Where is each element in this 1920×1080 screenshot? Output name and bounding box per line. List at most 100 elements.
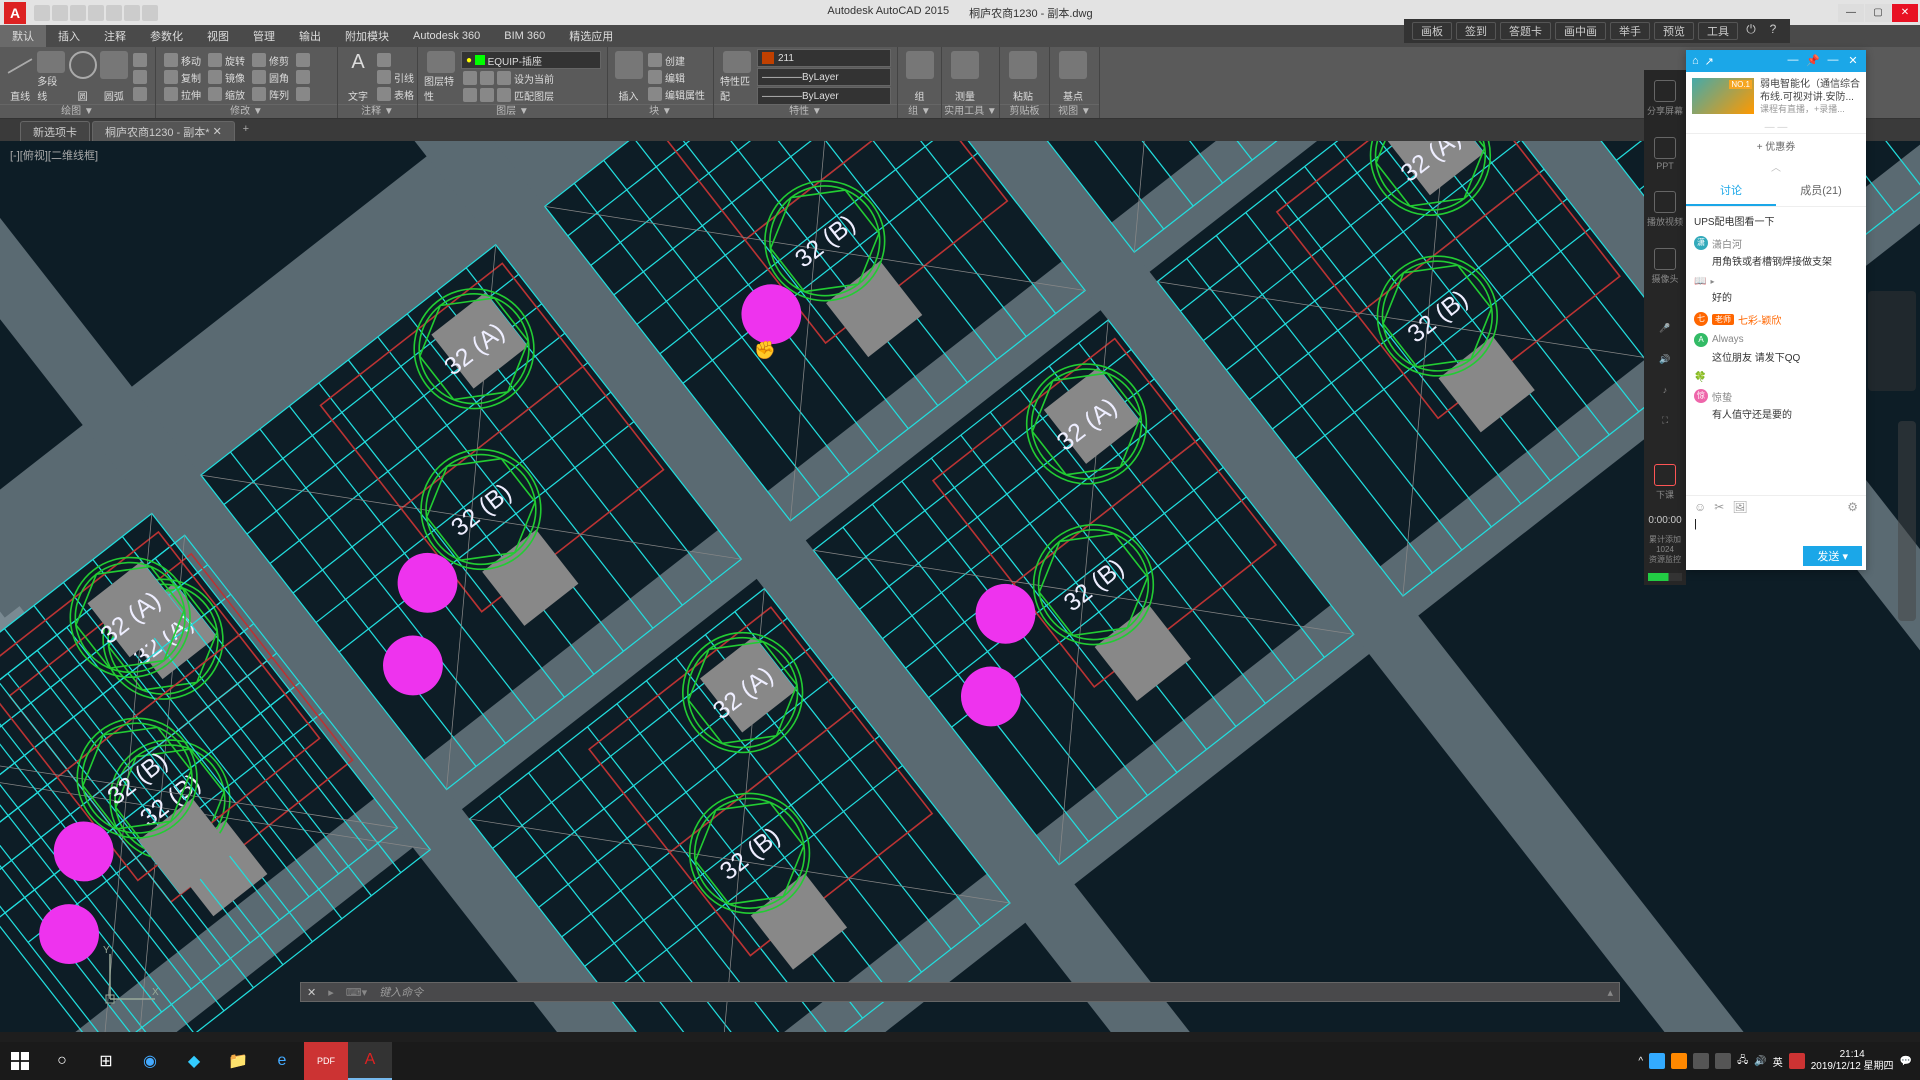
command-line[interactable]: ✕ ▸ ⌨▾ 键入命令 ▴ <box>300 982 1620 1002</box>
ppt-button[interactable]: PPT <box>1654 131 1676 177</box>
chat-pin-icon[interactable]: 📌 <box>1806 54 1820 68</box>
setcurrent-button[interactable]: 设为当前 <box>461 70 601 86</box>
settings-icon[interactable]: ⚙ <box>1847 500 1858 514</box>
active-doc-tab[interactable]: 桐庐农商1230 - 副本* ✕ <box>92 121 235 141</box>
chat-popout-icon[interactable]: ↗ <box>1705 55 1714 68</box>
layer-dropdown[interactable]: ● EQUIP-插座 <box>461 51 601 69</box>
cmdline-close-icon[interactable]: ✕ <box>301 986 322 999</box>
app-icon[interactable]: ◆ <box>172 1042 216 1080</box>
cmdline-customize-icon[interactable]: ▸ <box>322 986 340 999</box>
qat-save-icon[interactable] <box>70 5 86 21</box>
rotate-button[interactable]: 旋转 <box>206 52 247 68</box>
tray-icon[interactable] <box>1715 1053 1731 1069</box>
taskbar-clock[interactable]: 21:14 2019/12/12 星期四 <box>1811 1049 1894 1073</box>
ds-quiz[interactable]: 答题卡 <box>1500 22 1551 40</box>
qat-undo-icon[interactable] <box>124 5 140 21</box>
autocad-taskbar-icon[interactable]: A <box>348 1042 392 1080</box>
tray-expand-icon[interactable]: ^ <box>1638 1056 1643 1067</box>
dim-button[interactable] <box>375 52 416 68</box>
tab-manage[interactable]: 管理 <box>241 25 287 47</box>
camera-button[interactable]: 摄像头 <box>1651 242 1678 291</box>
minimize-button[interactable]: — <box>1838 4 1864 22</box>
tray-icon[interactable] <box>1671 1053 1687 1069</box>
play-video-button[interactable]: 播放视频 <box>1647 185 1683 234</box>
expand-icon[interactable]: ⛶ <box>1662 409 1668 432</box>
measure-button[interactable]: 测量 <box>948 49 982 105</box>
qat-plot-icon[interactable] <box>106 5 122 21</box>
ucs-icon[interactable]: Y X <box>100 949 160 1012</box>
mirror-button[interactable]: 镜像 <box>206 69 247 85</box>
end-class-button[interactable]: 下课 <box>1654 458 1676 507</box>
volume-icon[interactable]: 🔊 <box>1754 1056 1766 1067</box>
image-icon[interactable]: 🖼 <box>1732 500 1747 514</box>
ds-tools[interactable]: 工具 <box>1698 22 1738 40</box>
chat-home-icon[interactable]: ⌂ <box>1692 55 1699 67</box>
app-logo[interactable]: A <box>4 2 26 24</box>
qat-open-icon[interactable] <box>52 5 68 21</box>
qat-saveas-icon[interactable] <box>88 5 104 21</box>
viewport-label[interactable]: [-][俯视][二维线框] <box>10 147 98 163</box>
chat-input[interactable]: | <box>1686 518 1866 542</box>
tab-addons[interactable]: 附加模块 <box>333 25 401 47</box>
maximize-button[interactable]: ▢ <box>1865 4 1891 22</box>
view-cube[interactable] <box>1868 291 1916 391</box>
fillet-button[interactable]: 圆角 <box>250 69 291 85</box>
move-button[interactable]: 移动 <box>162 52 203 68</box>
qat-new-icon[interactable] <box>34 5 50 21</box>
layerprops-button[interactable]: 图层特性 <box>424 49 458 105</box>
tab-parametric[interactable]: 参数化 <box>138 25 195 47</box>
ds-pip[interactable]: 画中画 <box>1555 22 1606 40</box>
edge-icon[interactable]: e <box>260 1042 304 1080</box>
chat-messages[interactable]: UPS配电图看一下 潇潇白河 用角铁或者槽钢焊接做支架 📖▸ 好的 七老师七彩-… <box>1686 207 1866 495</box>
chat-header[interactable]: ⌂ ↗ ― 📌 — ✕ <box>1686 50 1866 72</box>
basepoint-button[interactable]: 基点 <box>1056 49 1090 105</box>
qat-redo-icon[interactable] <box>142 5 158 21</box>
course-info[interactable]: 弱电智能化（通信综合布线.可视对讲.安防... 课程有直播，+录播... <box>1686 72 1866 122</box>
tab-members[interactable]: 成员(21) <box>1776 176 1866 206</box>
tab-annotate[interactable]: 注释 <box>92 25 138 47</box>
matchlayer-button[interactable]: 匹配图层 <box>461 87 601 103</box>
speaker-icon[interactable]: 🔊 <box>1659 348 1670 371</box>
color-dropdown[interactable]: 211 <box>757 49 891 67</box>
collapse-chevron-icon[interactable]: ︿ <box>1686 157 1866 176</box>
tab-discuss[interactable]: 讨论 <box>1686 176 1776 206</box>
linetype-dropdown[interactable]: ———— ByLayer <box>757 87 891 105</box>
help-icon[interactable]: ? <box>1764 22 1782 40</box>
power-icon[interactable]: ⏻ <box>1742 22 1760 40</box>
insert-button[interactable]: 插入 <box>614 49 643 105</box>
ds-preview[interactable]: 预览 <box>1654 22 1694 40</box>
ds-raise[interactable]: 举手 <box>1610 22 1650 40</box>
tab-bim360[interactable]: BIM 360 <box>492 25 557 47</box>
matchprops-button[interactable]: 特性匹配 <box>720 49 754 105</box>
drawing-canvas[interactable]: [-][俯视][二维线框] D-A1 <box>0 141 1920 1032</box>
tab-featured[interactable]: 精选应用 <box>557 25 625 47</box>
close-button[interactable]: ✕ <box>1892 4 1918 22</box>
text-button[interactable]: A文字 <box>344 49 372 105</box>
notifications-icon[interactable]: 💬 <box>1900 1056 1912 1067</box>
tray-icon[interactable] <box>1693 1053 1709 1069</box>
tab-output[interactable]: 输出 <box>287 25 333 47</box>
scale-button[interactable]: 缩放 <box>206 86 247 102</box>
paste-button[interactable]: 粘贴 <box>1006 49 1040 105</box>
lineweight-dropdown[interactable]: ———— ByLayer <box>757 68 891 86</box>
stretch-button[interactable]: 拉伸 <box>162 86 203 102</box>
ds-signin[interactable]: 签到 <box>1456 22 1496 40</box>
taskview-icon[interactable]: ⊞ <box>84 1042 128 1080</box>
pdf-icon[interactable]: PDF <box>304 1042 348 1080</box>
cortana-icon[interactable]: ○ <box>40 1042 84 1080</box>
ds-board[interactable]: 画板 <box>1412 22 1452 40</box>
share-screen-button[interactable]: 分享屏幕 <box>1647 74 1683 123</box>
network-icon[interactable]: 🖧 <box>1737 1053 1748 1070</box>
chat-more-icon[interactable]: — <box>1826 54 1840 68</box>
trim-button[interactable]: 修剪 <box>250 52 291 68</box>
polyline-button[interactable]: 多段线 <box>37 49 65 105</box>
scissors-icon[interactable]: ✂ <box>1714 500 1724 514</box>
cmdline-expand-icon[interactable]: ▴ <box>1601 986 1619 999</box>
blockedit-button[interactable]: 编辑 <box>646 69 707 85</box>
send-button[interactable]: 发送 ▾ <box>1803 546 1862 566</box>
new-tab[interactable]: 新选项卡 <box>20 121 90 141</box>
cmdline-recent-icon[interactable]: ⌨▾ <box>340 986 373 999</box>
start-button[interactable] <box>0 1042 40 1080</box>
leader-button[interactable]: 引线 <box>375 69 416 85</box>
browser-icon[interactable]: ◉ <box>128 1042 172 1080</box>
